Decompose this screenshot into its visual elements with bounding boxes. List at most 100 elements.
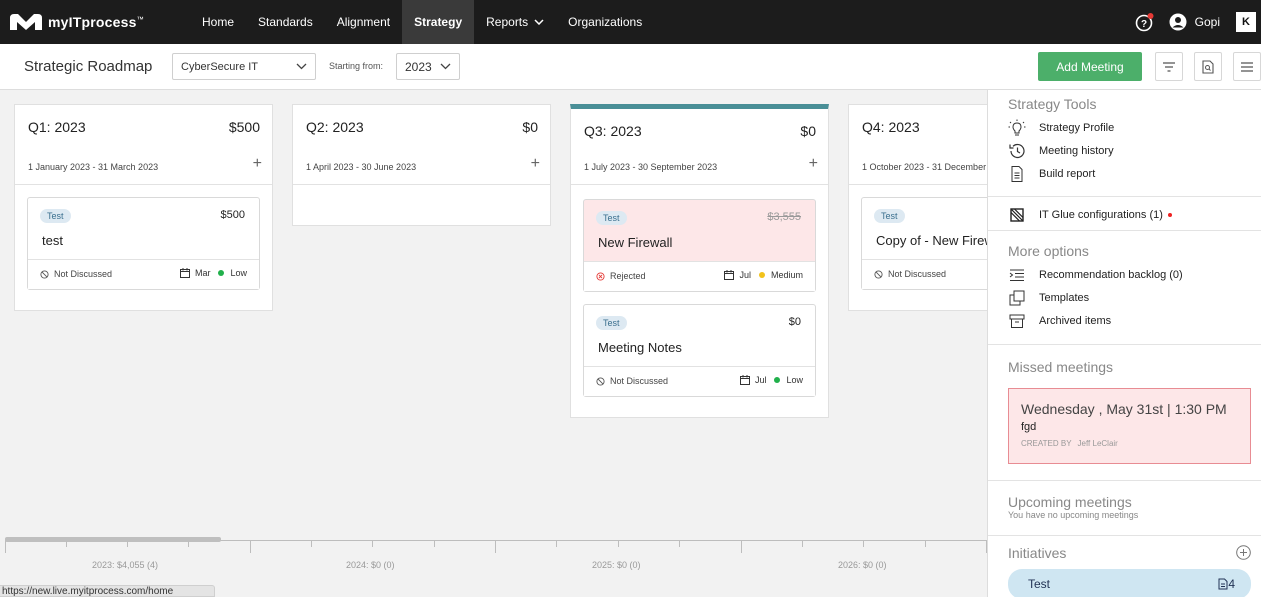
card-status: Rejected [596, 271, 646, 281]
card-amount: $3,555 [767, 211, 801, 223]
calendar-icon [739, 375, 750, 385]
templates-icon [1009, 290, 1025, 305]
quarter-date-range: 1 April 2023 - 30 June 2023 [306, 162, 417, 172]
missed-meetings-section: Missed meetings Wednesday , May 31st | 1… [988, 345, 1261, 481]
add-item-plus-icon[interactable]: + [531, 155, 540, 173]
card-amount: $0 [788, 316, 801, 328]
timeline-tick [66, 541, 67, 547]
priority-dot [758, 272, 765, 278]
quarter-column-q3: Q3: 2023 $0 1 July 2023 - 30 September 2… [570, 104, 829, 418]
nav-standards[interactable]: Standards [246, 0, 325, 44]
document-count-icon [1218, 578, 1228, 590]
timeline-tick [495, 541, 496, 553]
missed-meetings-heading: Missed meetings [1008, 359, 1114, 375]
quarter-total: $500 [228, 119, 260, 135]
priority-dot [774, 377, 781, 383]
card-meta: Jul Medium [724, 270, 803, 280]
brand-icon[interactable]: K [1236, 12, 1256, 32]
status-url-bar: https://new.live.myitprocess.com/home [0, 585, 215, 597]
add-item-plus-icon[interactable]: + [253, 155, 262, 173]
add-meeting-button[interactable]: Add Meeting [1038, 52, 1142, 81]
backlog-list-icon [1009, 269, 1024, 281]
card-tag: Test [40, 209, 71, 223]
it-glue-icon [1010, 207, 1024, 222]
not-discussed-icon [40, 269, 49, 279]
timeline-label-2026: 2026: $0 (0) [838, 560, 887, 570]
chevron-down-icon [534, 19, 544, 25]
upcoming-meetings-section: Upcoming meetings You have no upcoming m… [988, 481, 1261, 536]
missed-meeting-card[interactable]: Wednesday , May 31st | 1:30 PM fgd CREAT… [1008, 388, 1251, 464]
it-glue-configurations-link[interactable]: IT Glue configurations (1) [988, 203, 1261, 226]
timeline-label-2023: 2023: $4,055 (4) [92, 560, 159, 570]
nav-reports[interactable]: Reports [474, 0, 556, 44]
recommendation-card[interactable]: Test $500 test Not Discussed Mar Low [27, 197, 260, 290]
quarter-title: Q1: 2023 [28, 119, 86, 135]
quarter-total: $0 [800, 123, 816, 139]
timeline-tick [5, 541, 6, 553]
quarter-date-range: 1 July 2023 - 30 September 2023 [584, 162, 718, 172]
meeting-title: fgd [1021, 421, 1037, 433]
nav-strategy[interactable]: Strategy [402, 0, 475, 44]
logo[interactable]: myITprocess™ [8, 12, 168, 32]
card-status: Not Discussed [596, 376, 668, 386]
card-meta: Mar Low [179, 268, 247, 278]
card-amount: $500 [220, 209, 245, 221]
filter-button[interactable] [1155, 52, 1183, 81]
quarter-column-q4: Q4: 2023 1 October 2023 - 31 December 20… [848, 104, 987, 311]
add-initiative-plus-icon[interactable] [1236, 545, 1251, 560]
build-report-link[interactable]: Build report [988, 162, 1261, 185]
quarter-title: Q2: 2023 [306, 119, 364, 135]
calendar-icon [179, 268, 190, 278]
page-title: Strategic Roadmap [24, 58, 153, 75]
export-report-button[interactable] [1194, 52, 1222, 81]
templates-link[interactable]: Templates [988, 286, 1261, 309]
quarter-total: $0 [522, 119, 538, 135]
recommendation-card[interactable]: Test $3,555 New Firewall Rejected Jul Me… [583, 199, 816, 292]
quarter-date-range: 1 October 2023 - 31 December 2023 [862, 162, 987, 172]
help-icon[interactable]: ? [1135, 12, 1155, 32]
timeline-label-2025: 2025: $0 (0) [592, 560, 641, 570]
card-title: Meeting Notes [598, 340, 682, 355]
initiative-item[interactable]: Test 4 [1008, 569, 1251, 597]
add-item-plus-icon[interactable]: + [809, 155, 818, 173]
strategy-tools-section: Strategy Tools Strategy Profile Meeting … [988, 90, 1261, 197]
card-status: Not Discussed [874, 269, 946, 279]
card-title: Copy of - New Firewall [876, 233, 987, 248]
year-select[interactable]: 2023 [396, 53, 460, 80]
card-tag: Test [874, 209, 905, 223]
meeting-created-by: CREATED BY Jeff LeClair [1021, 439, 1118, 448]
nav-alignment[interactable]: Alignment [325, 0, 402, 44]
history-icon [1009, 143, 1025, 158]
user-menu[interactable]: Gopi [1169, 13, 1220, 31]
lightbulb-icon [1008, 119, 1026, 135]
nav-organizations[interactable]: Organizations [556, 0, 654, 44]
archived-items-link[interactable]: Archived items [988, 309, 1261, 332]
not-discussed-icon [874, 269, 883, 279]
calendar-icon [724, 270, 735, 280]
recommendation-card[interactable]: Test Copy of - New Firewall Not Discusse… [861, 197, 987, 290]
upcoming-meetings-empty-note: You have no upcoming meetings [1008, 510, 1139, 520]
archive-box-icon [1009, 314, 1025, 328]
user-avatar-icon [1169, 13, 1187, 31]
quarter-title: Q4: 2023 [862, 119, 920, 135]
recommendation-backlog-link[interactable]: Recommendation backlog (0) [988, 263, 1261, 286]
timeline-tick [863, 541, 864, 547]
timeline-tick [802, 541, 803, 547]
quarter-title: Q3: 2023 [584, 123, 642, 139]
nav-home[interactable]: Home [190, 0, 246, 44]
organization-select[interactable]: CyberSecure IT [172, 53, 316, 80]
notification-dot [1167, 212, 1172, 217]
initiatives-section: Initiatives Test 4 [988, 536, 1261, 597]
card-status: Not Discussed [40, 269, 112, 279]
chevron-down-icon [440, 63, 451, 70]
timeline-tick [434, 541, 435, 547]
recommendation-card[interactable]: Test $0 Meeting Notes Not Discussed Jul … [583, 304, 816, 397]
filter-icon [1163, 61, 1175, 72]
card-title: test [42, 233, 63, 248]
menu-button[interactable] [1233, 52, 1261, 81]
meeting-history-link[interactable]: Meeting history [988, 139, 1261, 162]
timeline-tick [925, 541, 926, 547]
top-navigation-bar: myITprocess™ Home Standards Alignment St… [0, 0, 1261, 44]
not-discussed-icon [596, 376, 605, 386]
strategy-profile-link[interactable]: Strategy Profile [988, 116, 1261, 139]
